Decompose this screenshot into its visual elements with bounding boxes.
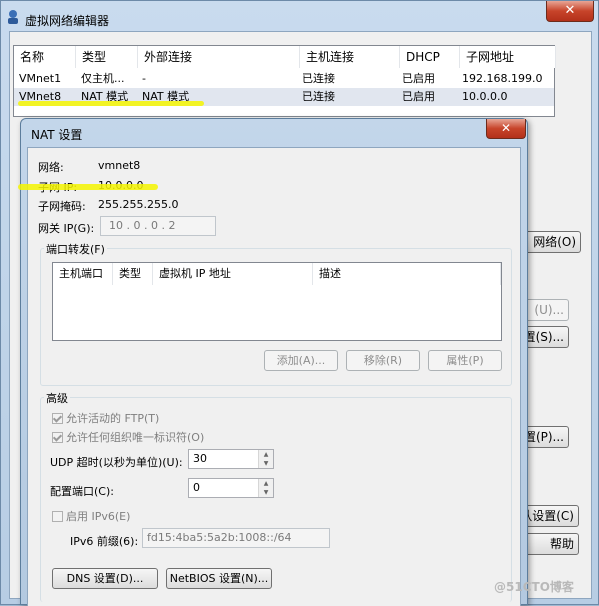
column-header-host[interactable]: 主机连接 (300, 46, 400, 68)
port-forwarding-title: 端口转发(F) (44, 241, 107, 257)
udp-timeout-stepper[interactable]: 30 ▲ ▼ (188, 449, 274, 469)
column-header-description[interactable]: 描述 (313, 263, 501, 285)
allow-ftp-label: 允许活动的 FTP(T) (66, 412, 160, 425)
highlight-mark (18, 184, 158, 190)
subnet-mask-label: 子网掩码: (38, 200, 86, 213)
network-value: vmnet8 (98, 159, 141, 172)
udp-timeout-label: UDP 超时(以秒为单位)(U): (50, 456, 183, 469)
config-port-value: 0 (193, 481, 200, 494)
dialog-body: 网络: vmnet8 子网 IP: 10.0.0.0 子网掩码: 255.255… (18, 147, 521, 606)
column-header-host-port[interactable]: 主机端口 (53, 263, 113, 285)
subnet-mask-value: 255.255.255.0 (98, 198, 179, 211)
nat-settings-dialog: NAT 设置 ✕ 网络: vmnet8 子网 IP: 10.0.0.0 子网掩码… (18, 118, 528, 606)
ipv6-prefix-label: IPv6 前缀(6): (70, 535, 139, 548)
column-header-name[interactable]: 名称 (14, 46, 76, 68)
close-icon: ✕ (564, 3, 576, 18)
row-dhcp: 已启用 (402, 72, 435, 85)
gateway-ip-field[interactable]: 10 . 0 . 0 . 2 (100, 216, 216, 236)
properties-button[interactable]: 属性(P) (428, 350, 502, 371)
config-port-label: 配置端口(C): (50, 485, 114, 498)
dns-settings-button[interactable]: DNS 设置(D)... (52, 568, 158, 589)
enable-ipv6-label: 启用 IPv6(E) (66, 510, 131, 523)
enable-ipv6-option[interactable]: 启用 IPv6(E) (52, 508, 130, 524)
checkbox-icon (52, 413, 63, 424)
row-type: 仅主机... (81, 72, 125, 85)
netbios-settings-button[interactable]: NetBIOS 设置(N)... (166, 568, 272, 589)
spin-arrows[interactable]: ▲ ▼ (258, 450, 273, 468)
spin-arrows[interactable]: ▲ ▼ (258, 479, 273, 497)
down-arrow-icon[interactable]: ▼ (259, 459, 273, 468)
column-header-dhcp[interactable]: DHCP (400, 46, 460, 68)
row-host: 已连接 (302, 72, 335, 85)
window-title: 虚拟网络编辑器 (25, 14, 110, 28)
checkbox-icon (52, 511, 63, 522)
table-row[interactable]: VMnet1 仅主机... - 已连接 已启用 192.168.199.0 (14, 70, 554, 88)
allow-uuid-option[interactable]: 允许任何组织唯一标识符(O) (52, 429, 204, 445)
dialog-close-button[interactable]: ✕ (486, 119, 526, 139)
row-host: 已连接 (302, 90, 335, 103)
column-header-type[interactable]: 类型 (113, 263, 153, 285)
up-arrow-icon[interactable]: ▲ (259, 479, 273, 488)
column-header-subnet[interactable]: 子网地址 (460, 46, 556, 68)
network-label: 网络: (38, 161, 64, 174)
allow-uuid-label: 允许任何组织唯一标识符(O) (66, 431, 205, 444)
config-port-stepper[interactable]: 0 ▲ ▼ (188, 478, 274, 498)
row-dhcp: 已启用 (402, 90, 435, 103)
row-subnet: 10.0.0.0 (462, 90, 508, 103)
column-header-external[interactable]: 外部连接 (138, 46, 300, 68)
watermark-text: @51CTO博客 (494, 580, 574, 594)
add-button[interactable]: 添加(A)... (264, 350, 338, 371)
port-forwarding-list[interactable]: 主机端口 类型 虚拟机 IP 地址 描述 (52, 262, 502, 341)
row-name: VMnet1 (19, 72, 62, 85)
advanced-title: 高级 (44, 390, 70, 406)
row-subnet: 192.168.199.0 (462, 72, 543, 85)
ipv6-prefix-field[interactable]: fd15:4ba5:5a2b:1008::/64 (142, 528, 330, 548)
allow-ftp-option[interactable]: 允许活动的 FTP(T) (52, 410, 159, 426)
network-editor-icon (8, 10, 18, 24)
udp-timeout-value: 30 (193, 452, 207, 465)
highlight-mark (18, 101, 204, 106)
column-header-vm-ip[interactable]: 虚拟机 IP 地址 (153, 263, 313, 285)
checkbox-icon (52, 432, 63, 443)
close-button[interactable]: ✕ (546, 1, 594, 22)
close-icon: ✕ (500, 121, 512, 135)
row-external: - (142, 72, 146, 85)
down-arrow-icon[interactable]: ▼ (259, 488, 273, 497)
dialog-title: NAT 设置 (31, 128, 83, 142)
column-header-type[interactable]: 类型 (76, 46, 138, 68)
gateway-label: 网关 IP(G): (38, 222, 95, 235)
network-list[interactable]: 名称 类型 外部连接 主机连接 DHCP 子网地址 VMnet1 仅主机... … (13, 45, 556, 117)
remove-button[interactable]: 移除(R) (346, 350, 420, 371)
up-arrow-icon[interactable]: ▲ (259, 450, 273, 459)
